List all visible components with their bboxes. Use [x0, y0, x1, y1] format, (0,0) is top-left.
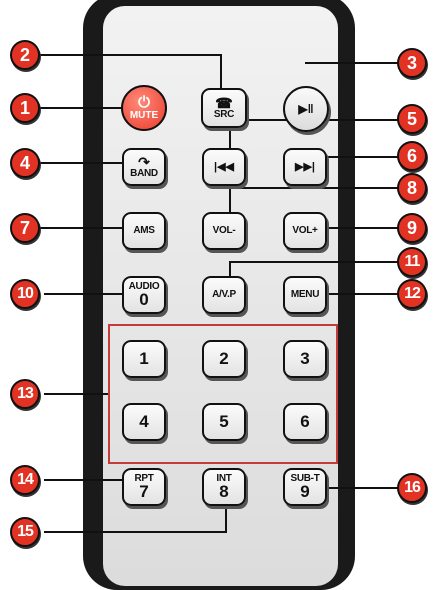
- callout-6: 6: [397, 141, 427, 171]
- previous-track-icon: |◀◀: [214, 161, 234, 173]
- callout-10: 10: [10, 279, 40, 309]
- vol-up-button[interactable]: VOL+: [283, 212, 327, 250]
- callout-3: 3: [397, 48, 427, 78]
- next-track-icon: ▶▶|: [295, 161, 315, 173]
- leader-15: [44, 506, 227, 533]
- prev-track-button[interactable]: |◀◀: [202, 148, 246, 186]
- src-button[interactable]: ☎ SRC: [201, 88, 247, 128]
- callout-13: 13: [10, 379, 40, 409]
- play-pause-icon: ▶‖: [298, 102, 314, 116]
- number-4-button[interactable]: 4: [122, 403, 166, 441]
- callout-5: 5: [397, 104, 427, 134]
- callout-15: 15: [10, 517, 40, 547]
- callout-11: 11: [397, 247, 427, 277]
- callout-8: 8: [397, 173, 427, 203]
- callout-7: 7: [10, 213, 40, 243]
- next-track-button[interactable]: ▶▶|: [283, 148, 327, 186]
- callout-4: 4: [10, 148, 40, 178]
- power-icon: ⏻: [138, 93, 150, 111]
- rpt-button[interactable]: RPT 7: [122, 468, 166, 506]
- play-pause-button[interactable]: ▶‖: [283, 86, 329, 132]
- ams-button[interactable]: AMS: [122, 212, 166, 250]
- callout-1: 1: [10, 93, 40, 123]
- leader-2: [36, 54, 222, 95]
- audio-button[interactable]: AUDIO 0: [122, 276, 166, 314]
- vol-down-button[interactable]: VOL-: [202, 212, 246, 250]
- callout-2: 2: [10, 40, 40, 70]
- avp-button[interactable]: A/V.P: [202, 276, 246, 314]
- menu-button[interactable]: MENU: [283, 276, 327, 314]
- callout-12: 12: [397, 279, 427, 309]
- number-6-button[interactable]: 6: [283, 403, 327, 441]
- int-button[interactable]: INT 8: [202, 468, 246, 506]
- number-3-button[interactable]: 3: [283, 340, 327, 378]
- callout-14: 14: [10, 465, 40, 495]
- phone-handset-icon: ↷: [138, 154, 150, 170]
- mute-button[interactable]: ⏻ MUTE: [121, 85, 167, 131]
- number-5-button[interactable]: 5: [202, 403, 246, 441]
- number-1-button[interactable]: 1: [122, 340, 166, 378]
- phone-icon: ☎: [215, 95, 233, 111]
- subt-button[interactable]: SUB-T 9: [283, 468, 327, 506]
- remote-diagram: ⏻ MUTE ☎ SRC ▶‖ ↷ BAND |◀◀ ▶▶| AMS VOL- …: [0, 0, 437, 590]
- callout-9: 9: [397, 213, 427, 243]
- callout-16: 16: [397, 473, 427, 503]
- band-button[interactable]: ↷ BAND: [122, 148, 166, 186]
- number-2-button[interactable]: 2: [202, 340, 246, 378]
